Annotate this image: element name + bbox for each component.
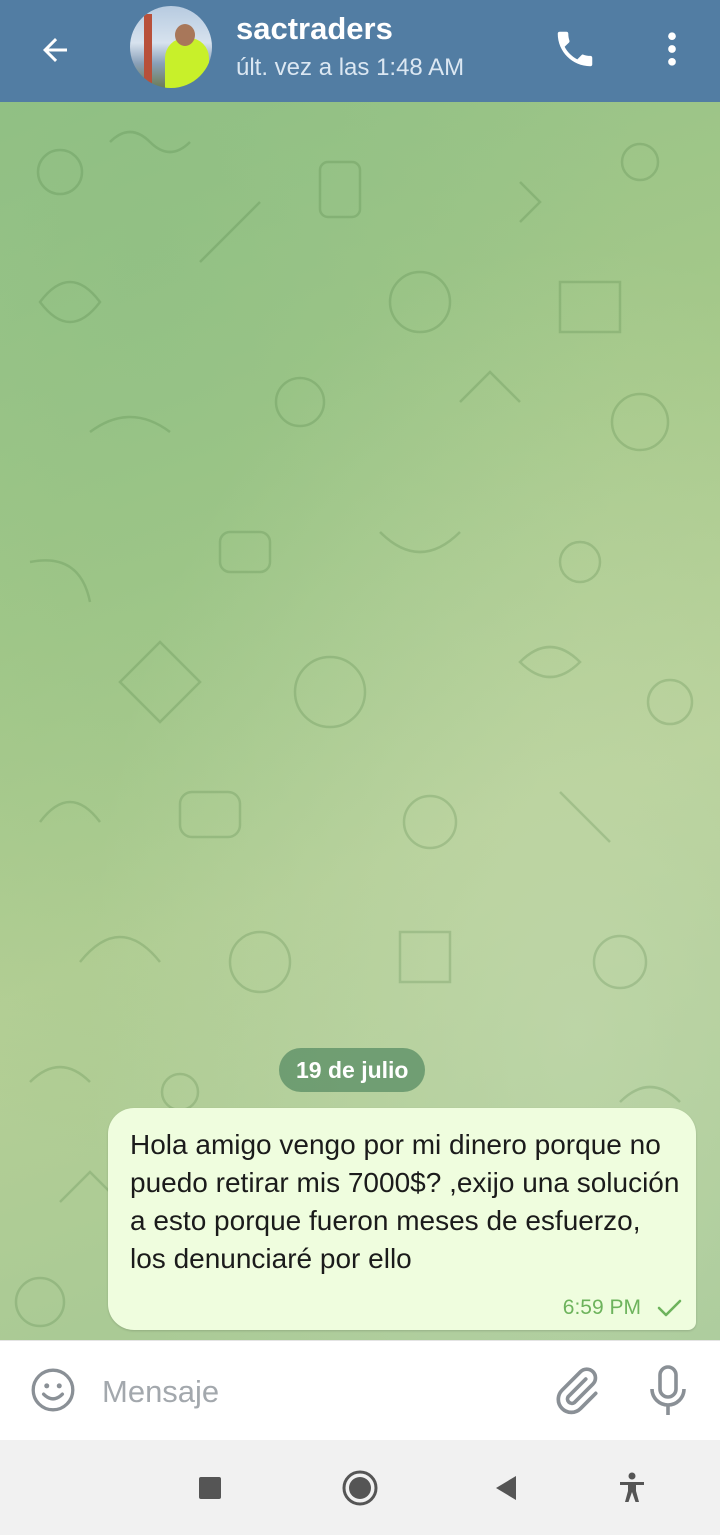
avatar-head [175, 24, 195, 46]
home-button[interactable] [340, 1468, 380, 1508]
more-vertical-icon [668, 32, 676, 66]
recents-square-icon [199, 1477, 221, 1499]
system-navigation-bar [0, 1440, 720, 1535]
outgoing-message-bubble[interactable]: Hola amigo vengo por mi dinero porque no… [108, 1108, 696, 1330]
message-composer [0, 1340, 720, 1441]
chat-title[interactable]: sactraders [236, 11, 393, 47]
date-separator: 19 de julio [279, 1048, 426, 1092]
call-button[interactable] [552, 26, 598, 72]
single-check-icon [657, 1299, 682, 1317]
message-input[interactable] [100, 1367, 524, 1417]
more-options-button[interactable] [650, 26, 694, 72]
phone-icon [557, 31, 593, 67]
avatar[interactable] [130, 6, 212, 88]
last-seen-status: últ. vez a las 1:48 AM [236, 54, 465, 81]
smiley-icon [31, 1368, 75, 1412]
voice-record-button[interactable] [644, 1361, 692, 1421]
message-text: Hola amigo vengo por mi dinero porque no… [130, 1129, 680, 1274]
back-nav-button[interactable] [486, 1468, 526, 1508]
back-triangle-icon [496, 1476, 516, 1500]
recents-button[interactable] [190, 1468, 230, 1508]
microphone-icon [650, 1365, 686, 1415]
back-button[interactable] [30, 25, 80, 75]
message-time: 6:59 PM [562, 1296, 641, 1319]
attach-button[interactable] [550, 1363, 602, 1419]
accessibility-icon [620, 1472, 644, 1502]
arrow-left-icon [43, 38, 67, 62]
avatar-background [144, 14, 152, 84]
accessibility-button[interactable] [612, 1468, 652, 1508]
emoji-button[interactable] [28, 1365, 78, 1415]
home-circle-icon [342, 1470, 378, 1506]
chat-area[interactable]: 19 de julio Hola amigo vengo por mi dine… [0, 102, 720, 1340]
chat-header: sactraders últ. vez a las 1:48 AM [0, 0, 720, 102]
paperclip-icon [556, 1367, 598, 1415]
